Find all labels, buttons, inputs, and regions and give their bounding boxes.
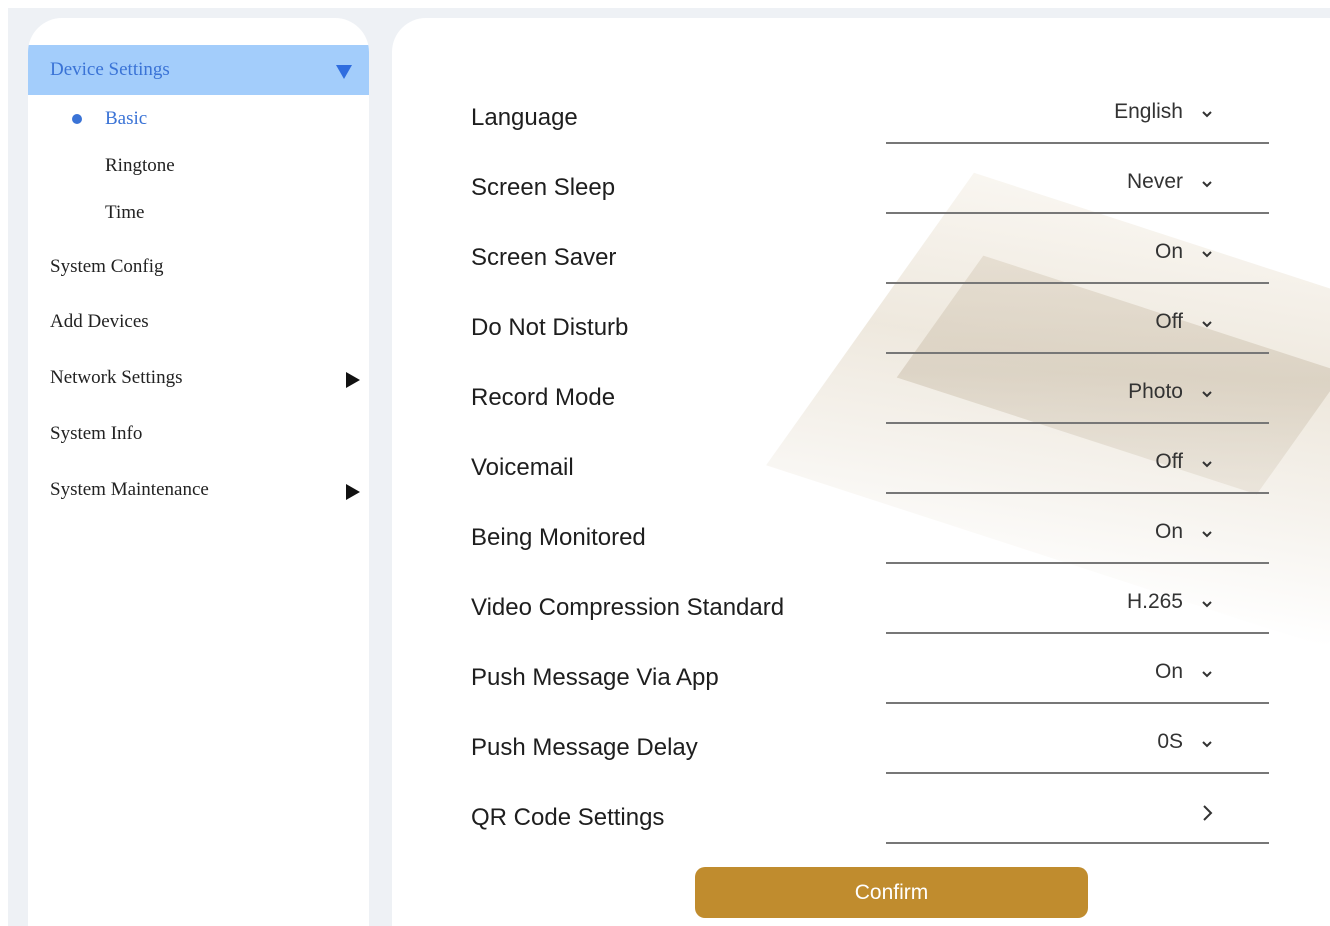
chevron-down-icon xyxy=(1202,251,1212,258)
setting-row-do-not-disturb: Do Not Disturb Off xyxy=(471,310,1271,364)
active-dot-icon xyxy=(72,114,82,124)
triangle-right-icon xyxy=(346,484,360,500)
select-value: Off xyxy=(1155,310,1183,333)
sidebar-item-add-devices[interactable]: Add Devices xyxy=(50,311,360,341)
select-value: On xyxy=(1154,660,1183,683)
setting-row-push-message-via-app: Push Message Via App On xyxy=(471,660,1271,714)
setting-row-voicemail: Voicemail Off xyxy=(471,450,1271,504)
select-value: H.265 xyxy=(1126,590,1183,613)
record-mode-select[interactable]: Photo xyxy=(886,380,1269,424)
page: Device Settings Basic Ringtone Time Syst… xyxy=(0,0,1330,926)
qr-code-settings-link[interactable] xyxy=(886,804,1269,844)
being-monitored-select[interactable]: On xyxy=(886,520,1269,564)
setting-label: QR Code Settings xyxy=(471,804,665,831)
triangle-down-icon xyxy=(336,65,352,79)
chevron-down-icon xyxy=(1202,321,1212,328)
setting-row-screen-saver: Screen Saver On xyxy=(471,240,1271,294)
sidebar-item-system-config[interactable]: System Config xyxy=(50,256,360,286)
sidebar-item-network-settings[interactable]: Network Settings xyxy=(50,367,360,397)
voicemail-select[interactable]: Off xyxy=(886,450,1269,494)
select-value: 0S xyxy=(1157,730,1183,753)
sidebar-item-system-info[interactable]: System Info xyxy=(50,423,360,453)
sidebar-item-label: System Config xyxy=(50,256,164,277)
chevron-down-icon xyxy=(1202,601,1212,608)
select-value: Never xyxy=(1126,170,1183,193)
chevron-down-icon xyxy=(1202,531,1212,538)
sidebar-item-device-settings[interactable]: Device Settings xyxy=(28,45,369,95)
sidebar-subitem-time[interactable]: Time xyxy=(105,202,144,224)
chevron-down-icon xyxy=(1202,741,1212,748)
setting-row-record-mode: Record Mode Photo xyxy=(471,380,1271,434)
setting-row-push-message-delay: Push Message Delay 0S xyxy=(471,730,1271,784)
chevron-down-icon xyxy=(1202,111,1212,118)
sidebar-subitem-basic[interactable]: Basic xyxy=(105,108,147,130)
select-value: English xyxy=(1114,100,1183,123)
video-compression-select[interactable]: H.265 xyxy=(886,590,1269,634)
setting-label: Push Message Via App xyxy=(471,664,719,691)
sidebar-subitem-ringtone[interactable]: Ringtone xyxy=(105,155,175,177)
sidebar-item-label: Add Devices xyxy=(50,311,149,332)
chevron-down-icon xyxy=(1202,671,1212,678)
sidebar-header-label: Device Settings xyxy=(50,59,170,80)
setting-label: Screen Saver xyxy=(471,244,617,271)
sidebar: Device Settings Basic Ringtone Time Syst… xyxy=(28,18,369,926)
sidebar-item-label: System Info xyxy=(50,423,143,444)
chevron-down-icon xyxy=(1202,181,1212,188)
setting-row-video-compression: Video Compression Standard H.265 xyxy=(471,590,1271,644)
setting-label: Language xyxy=(471,104,578,131)
setting-label: Record Mode xyxy=(471,384,616,411)
setting-label: Do Not Disturb xyxy=(471,314,629,341)
setting-label: Voicemail xyxy=(471,454,574,481)
setting-label: Push Message Delay xyxy=(471,734,698,761)
setting-row-being-monitored: Being Monitored On xyxy=(471,520,1271,574)
select-value: On xyxy=(1154,240,1183,263)
push-message-via-app-select[interactable]: On xyxy=(886,660,1269,704)
push-message-delay-select[interactable]: 0S xyxy=(886,730,1269,774)
confirm-button[interactable]: Confirm xyxy=(695,867,1088,918)
sidebar-item-system-maintenance[interactable]: System Maintenance xyxy=(50,479,360,509)
setting-label: Screen Sleep xyxy=(471,174,616,201)
screen-saver-select[interactable]: On xyxy=(886,240,1269,284)
setting-label: Being Monitored xyxy=(471,524,646,551)
chevron-down-icon xyxy=(1202,391,1212,398)
sidebar-item-label: System Maintenance xyxy=(50,479,209,500)
do-not-disturb-select[interactable]: Off xyxy=(886,310,1269,354)
select-value: On xyxy=(1154,520,1183,543)
screen-sleep-select[interactable]: Never xyxy=(886,170,1269,214)
triangle-right-icon xyxy=(346,372,360,388)
chevron-right-icon xyxy=(1203,805,1213,821)
select-value: Off xyxy=(1155,450,1183,473)
sidebar-item-label: Network Settings xyxy=(50,367,183,388)
language-select[interactable]: English xyxy=(886,100,1269,144)
setting-row-qr-code: QR Code Settings xyxy=(471,804,1271,854)
chevron-down-icon xyxy=(1202,461,1212,468)
setting-row-screen-sleep: Screen Sleep Never xyxy=(471,170,1271,224)
select-value: Photo xyxy=(1128,380,1183,403)
setting-label: Video Compression Standard xyxy=(471,594,785,621)
setting-row-language: Language English xyxy=(471,100,1271,154)
